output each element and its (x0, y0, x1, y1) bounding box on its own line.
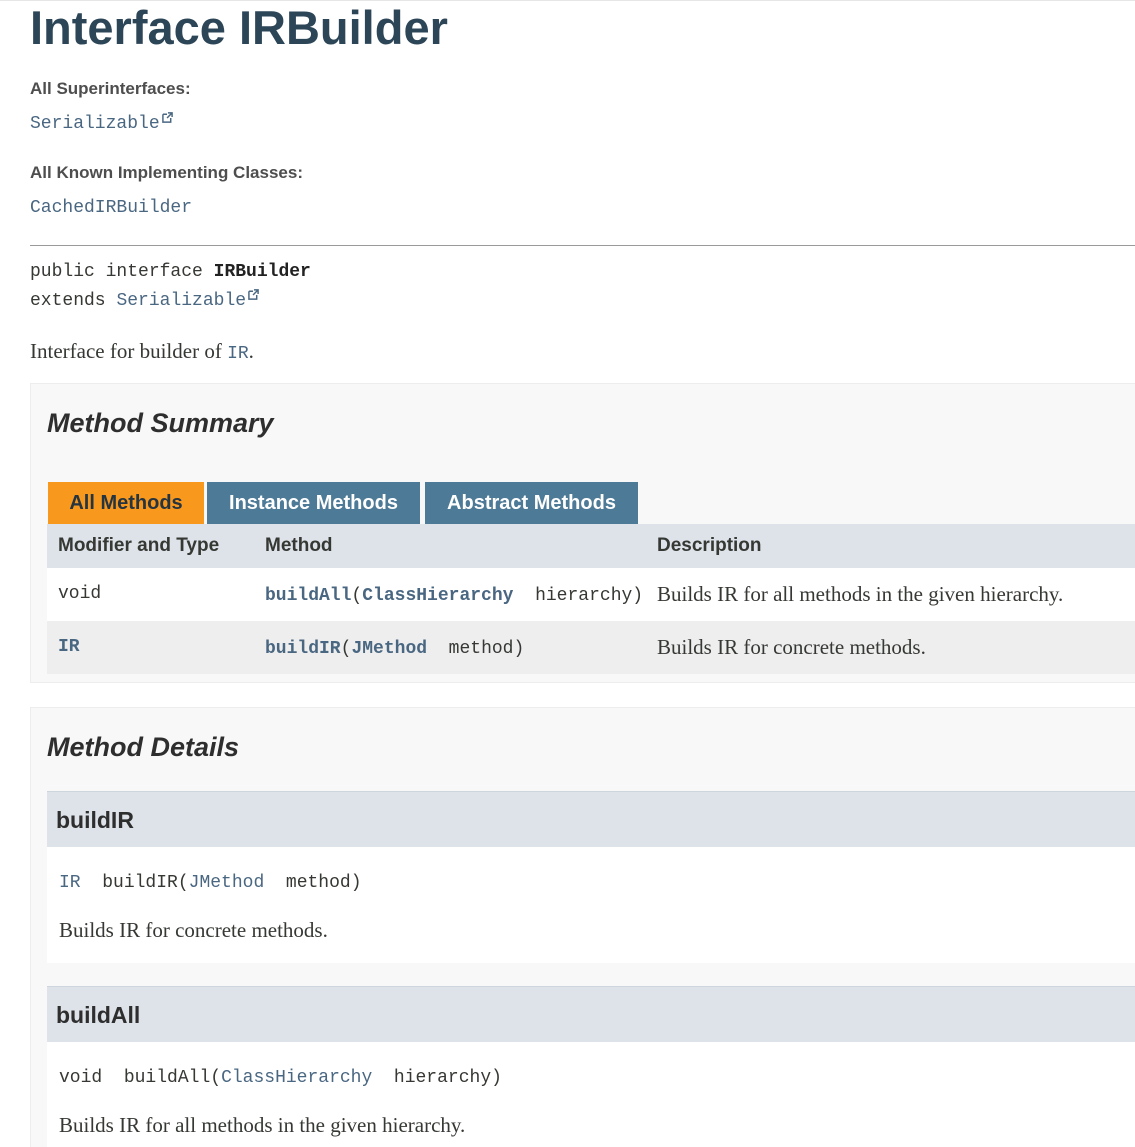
superinterfaces-list: Serializable (30, 112, 173, 134)
param-name: method (285, 873, 351, 893)
method-detail-sig-name: buildIR (102, 873, 178, 893)
param-name: hierarchy (393, 1068, 492, 1088)
method-detail-signature: IR buildIR(JMethod method) (59, 873, 362, 893)
column-header-modifier: Modifier and Type (58, 535, 220, 556)
type-description-text: Interface for builder of (30, 339, 222, 363)
method-details-title: Method Details (47, 732, 240, 762)
method-detail-description: Builds IR for concrete methods. (59, 918, 328, 942)
implementing-classes-list: CachedIRBuilder (30, 198, 192, 218)
param-type-link-classhierarchy[interactable]: ClassHierarchy (221, 1068, 372, 1088)
param-type-link-jmethod[interactable]: JMethod (351, 639, 427, 659)
method-detail-body-buildall: void buildAll(ClassHierarchy hierarchy) … (47, 1042, 1135, 1147)
method-summary-table-header: Modifier and Type Method Description (47, 524, 1135, 568)
type-description-period: . (248, 339, 254, 363)
external-link-icon (248, 289, 259, 300)
method-detail-description: Builds IR for all methods in the given h… (59, 1113, 466, 1137)
type-declaration-line1: public interface IRBuilder (30, 262, 311, 282)
type-declaration-line2: extends Serializable (30, 289, 259, 311)
implementing-class-link-cachedirbuilder[interactable]: CachedIRBuilder (30, 198, 192, 218)
method-detail-header-buildall: buildAll (47, 986, 1135, 1042)
method-link-buildir[interactable]: buildIR (265, 639, 341, 659)
row-modifier-type: void (58, 584, 102, 604)
table-row: IR buildIR(JMethod method) Builds IR for… (47, 621, 1135, 674)
declaration-modifiers: public interface (30, 262, 203, 282)
method-detail-name: buildAll (56, 1002, 141, 1028)
row-description: Builds IR for concrete methods. (657, 635, 926, 659)
row-modifier-type: IR (58, 621, 80, 674)
method-summary-section: Method Summary All Methods Instance Meth… (30, 383, 1135, 683)
column-header-description: Description (657, 535, 762, 556)
table-row: void buildAll(ClassHierarchy hierarchy) … (47, 568, 1135, 621)
declaration-extends-keyword: extends (30, 291, 106, 311)
method-detail-header-buildir: buildIR (47, 791, 1135, 847)
param-name: method (448, 639, 514, 659)
row-description: Builds IR for all methods in the given h… (657, 582, 1064, 606)
param-type-link-jmethod[interactable]: JMethod (189, 873, 265, 893)
tab-instance-methods[interactable]: Instance Methods (207, 482, 420, 524)
method-link-buildall[interactable]: buildAll (265, 586, 351, 606)
superinterface-link-serializable[interactable]: Serializable (30, 114, 160, 134)
type-description: Interface for builder of IR. (30, 339, 254, 364)
method-detail-sig-name: buildAll (123, 1068, 211, 1088)
page-title: Interface IRBuilder (30, 1, 448, 54)
method-detail-body-buildir: IR buildIR(JMethod method) Builds IR for… (47, 847, 1135, 963)
method-detail-signature: void buildAll(ClassHierarchy hierarchy) (59, 1068, 502, 1088)
tab-abstract-methods[interactable]: Abstract Methods (425, 482, 638, 524)
declaration-type-name: IRBuilder (213, 262, 311, 282)
row-method-signature: buildIR(JMethod method) (265, 639, 525, 659)
divider (30, 245, 1135, 246)
return-type-link-ir[interactable]: IR (58, 637, 80, 657)
column-header-method: Method (265, 535, 333, 556)
javadoc-page: Interface IRBuilder All Superinterfaces:… (0, 0, 1135, 1147)
superinterfaces-label: All Superinterfaces: (30, 79, 191, 98)
type-description-ir-link[interactable]: IR (227, 344, 249, 364)
tab-all-methods[interactable]: All Methods (48, 482, 204, 524)
return-type: void (59, 1068, 103, 1088)
row-method-signature: buildAll(ClassHierarchy hierarchy) (265, 586, 644, 606)
method-detail-name: buildIR (56, 807, 134, 833)
method-details-section: Method Details buildIR IR buildIR(JMetho… (30, 707, 1135, 1147)
return-type-link-ir[interactable]: IR (59, 873, 81, 893)
param-name: hierarchy (535, 586, 633, 606)
param-type-link-classhierarchy[interactable]: ClassHierarchy (362, 586, 513, 606)
method-summary-title: Method Summary (47, 408, 274, 438)
declaration-extends-link[interactable]: Serializable (116, 291, 246, 311)
external-link-icon (161, 112, 173, 123)
implementing-classes-label: All Known Implementing Classes: (30, 163, 303, 182)
